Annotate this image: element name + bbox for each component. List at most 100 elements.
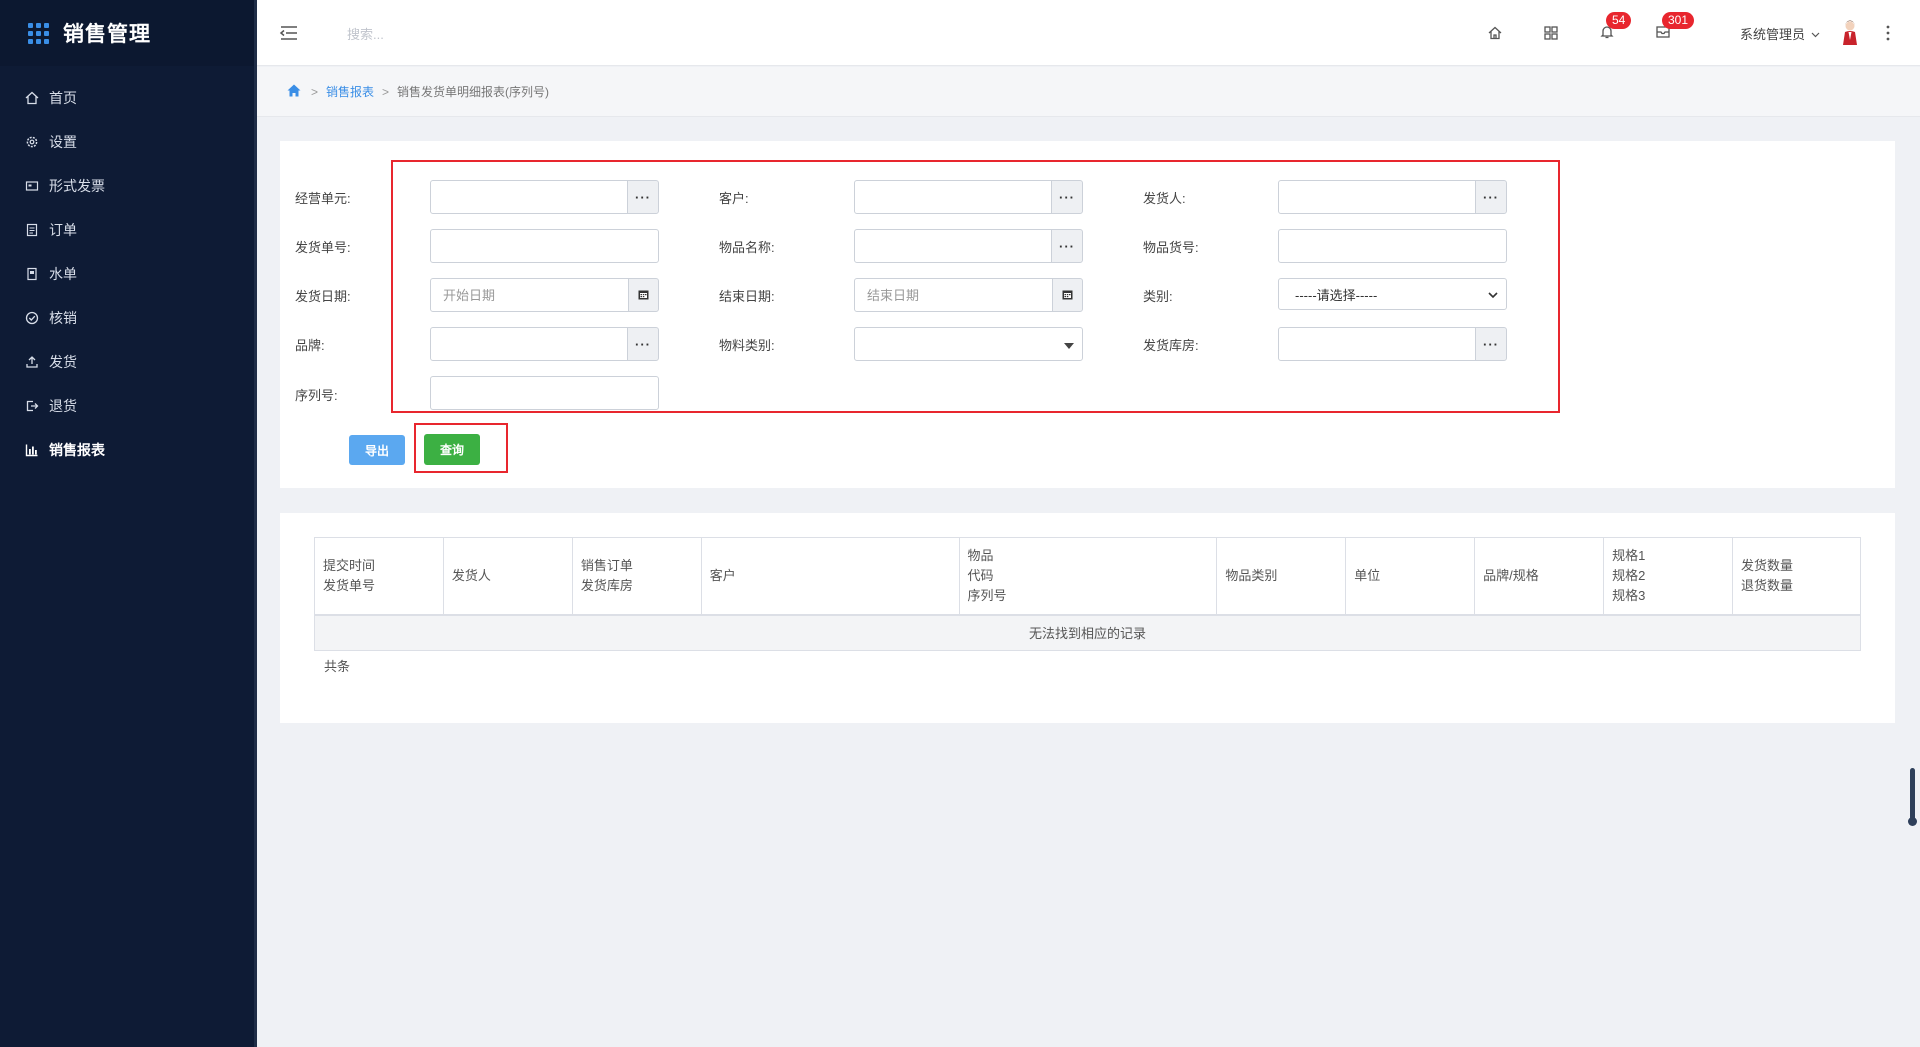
sidebar: 销售管理 首页 设置 形式发票 订单 水单 核销 发货 退货 销售报表: [0, 0, 257, 1047]
business-unit-label: 经营单元:: [295, 191, 351, 206]
shipper-picker-button[interactable]: ···: [1475, 180, 1507, 214]
customer-label: 客户:: [719, 191, 749, 206]
ellipsis-icon: ···: [1483, 336, 1499, 352]
exit-icon: [24, 398, 40, 414]
chevron-down-icon: [1811, 26, 1820, 41]
home-icon[interactable]: [287, 84, 301, 100]
material-category-label: 物料类别:: [719, 338, 775, 353]
brand-label: 品牌:: [295, 338, 325, 353]
ellipsis-icon: ···: [635, 336, 651, 352]
warehouse-label: 发货库房:: [1143, 338, 1199, 353]
sidebar-item-sales-report[interactable]: 销售报表: [0, 428, 254, 472]
breadcrumb-separator: >: [311, 84, 319, 99]
apps-grid-icon: [28, 22, 49, 44]
material-category-select[interactable]: [854, 327, 1083, 361]
ellipsis-icon: ···: [1059, 238, 1075, 254]
column-header-item[interactable]: 物品 代码 序列号: [958, 537, 1218, 616]
column-header-submit-time[interactable]: 提交时间 发货单号: [314, 537, 444, 616]
messages-button[interactable]: 301: [1652, 12, 1695, 44]
caret-down-icon: [1064, 337, 1074, 352]
column-header-quantity[interactable]: 发货数量 退货数量: [1731, 537, 1862, 616]
apps-icon[interactable]: [1540, 22, 1562, 44]
sidebar-item-shipping[interactable]: 发货: [0, 340, 254, 384]
menu-toggle-icon[interactable]: [279, 24, 299, 42]
column-header-specs[interactable]: 规格1 规格2 规格3: [1603, 537, 1733, 616]
home-icon: [24, 90, 40, 106]
query-button[interactable]: 查询: [424, 434, 480, 465]
ship-date-label: 发货日期:: [295, 289, 351, 304]
business-unit-input[interactable]: [430, 180, 628, 214]
item-name-label: 物品名称:: [719, 240, 775, 255]
topbar: 54 301 系统管理员: [257, 0, 1920, 66]
export-button[interactable]: 导出: [349, 435, 405, 465]
customer-picker-button[interactable]: ···: [1051, 180, 1083, 214]
sidebar-item-order[interactable]: 订单: [0, 208, 254, 252]
item-code-label: 物品货号:: [1143, 240, 1199, 255]
table-header-row: 提交时间 发货单号 发货人 销售订单 发货库房 客户 物品 代码 序列号 物品类…: [314, 537, 1862, 616]
ship-no-label: 发货单号:: [295, 240, 351, 255]
sidebar-item-home[interactable]: 首页: [0, 76, 254, 120]
ellipsis-icon: ···: [635, 189, 651, 205]
item-name-input[interactable]: [854, 229, 1052, 263]
scrollbar-thumb[interactable]: [1908, 768, 1917, 826]
results-table: 提交时间 发货单号 发货人 销售订单 发货库房 客户 物品 代码 序列号 物品类…: [314, 537, 1862, 651]
check-circle-icon: [24, 310, 40, 326]
category-select[interactable]: -----请选择-----: [1278, 278, 1507, 310]
sidebar-item-settings[interactable]: 设置: [0, 120, 254, 164]
column-header-sales-order[interactable]: 销售订单 发货库房: [571, 537, 702, 616]
sidebar-item-label: 核销: [49, 310, 77, 326]
home-icon[interactable]: [1484, 22, 1506, 44]
item-code-input[interactable]: [1278, 229, 1507, 263]
sidebar-item-label: 订单: [49, 222, 77, 238]
column-header-item-category[interactable]: 物品类别: [1216, 537, 1347, 616]
column-header-customer[interactable]: 客户: [700, 537, 960, 616]
category-select-value: -----请选择-----: [1295, 287, 1378, 303]
start-date-input[interactable]: [430, 278, 629, 312]
sidebar-item-writeoff[interactable]: 核销: [0, 296, 254, 340]
sidebar-item-label: 退货: [49, 398, 77, 414]
sidebar-item-label: 发货: [49, 354, 77, 370]
end-date-input[interactable]: [854, 278, 1053, 312]
search-input[interactable]: [347, 23, 647, 45]
table-row: 无法找到相应的记录: [314, 614, 1861, 651]
sidebar-item-proforma-invoice[interactable]: 形式发票: [0, 164, 254, 208]
start-date-calendar-button[interactable]: [628, 278, 659, 312]
calendar-icon: [1062, 288, 1073, 303]
column-header-unit[interactable]: 单位: [1345, 537, 1476, 616]
category-label: 类别:: [1143, 289, 1173, 304]
filter-panel: 经营单元: ··· 客户: ··· 发货人: ··· 发货单号: 物品名称: ·…: [280, 141, 1895, 488]
upload-icon: [24, 354, 40, 370]
shipper-label: 发货人:: [1143, 191, 1186, 206]
notification-bell[interactable]: 54: [1596, 12, 1632, 44]
sidebar-item-returns[interactable]: 退货: [0, 384, 254, 428]
sidebar-item-label: 首页: [49, 90, 77, 106]
column-header-shipper[interactable]: 发货人: [442, 537, 573, 616]
breadcrumb-parent[interactable]: 销售报表: [326, 83, 374, 100]
warehouse-picker-button[interactable]: ···: [1475, 327, 1507, 361]
brand: 销售管理: [0, 0, 254, 66]
bar-chart-icon: [24, 442, 40, 458]
customer-input[interactable]: [854, 180, 1052, 214]
business-unit-picker-button[interactable]: ···: [627, 180, 659, 214]
shipper-input[interactable]: [1278, 180, 1476, 214]
warehouse-input[interactable]: [1278, 327, 1476, 361]
chevron-down-icon: [1488, 287, 1498, 302]
serial-input[interactable]: [430, 376, 659, 410]
notification-badge: 54: [1606, 12, 1632, 29]
empty-message: 无法找到相应的记录: [314, 614, 1861, 651]
end-date-calendar-button[interactable]: [1052, 278, 1083, 312]
sidebar-item-receipt[interactable]: 水单: [0, 252, 254, 296]
sidebar-nav: 首页 设置 形式发票 订单 水单 核销 发货 退货 销售报表: [0, 76, 254, 472]
more-vertical-icon[interactable]: [1883, 23, 1893, 43]
brand-input[interactable]: [430, 327, 628, 361]
user-menu[interactable]: 系统管理员: [1740, 24, 1820, 43]
ship-no-input[interactable]: [430, 229, 659, 263]
invoice-icon: [24, 178, 40, 194]
results-panel: 提交时间 发货单号 发货人 销售订单 发货库房 客户 物品 代码 序列号 物品类…: [280, 513, 1895, 723]
item-name-picker-button[interactable]: ···: [1051, 229, 1083, 263]
brand-picker-button[interactable]: ···: [627, 327, 659, 361]
order-icon: [24, 222, 40, 238]
column-header-brand-spec[interactable]: 品牌/规格: [1474, 537, 1605, 616]
breadcrumb-current: 销售发货单明细报表(序列号): [397, 85, 550, 99]
avatar[interactable]: [1840, 20, 1860, 46]
